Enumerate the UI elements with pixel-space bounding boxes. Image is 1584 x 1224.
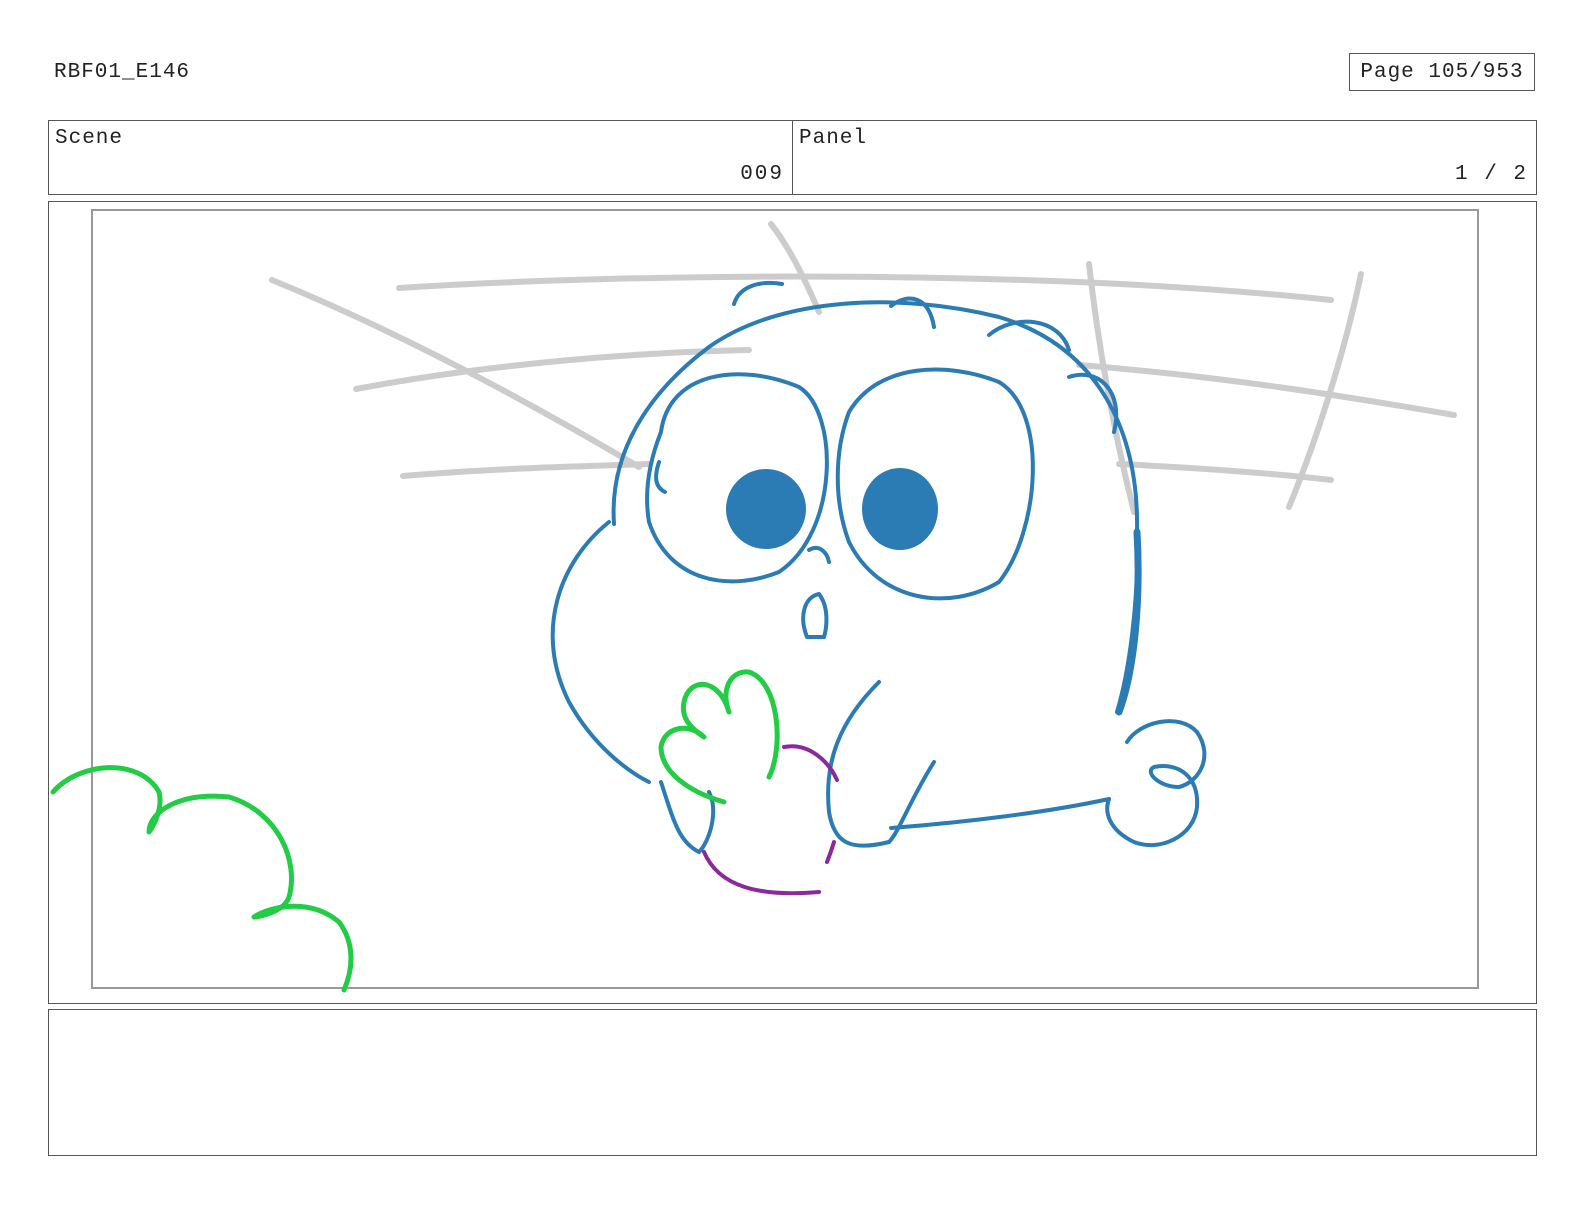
notes-box	[48, 1009, 1537, 1156]
page-indicator: Page 105/953	[1349, 53, 1535, 91]
panel-label: Panel	[799, 127, 868, 150]
panel-artwork	[50, 209, 1479, 993]
document-id: RBF01_E146	[54, 61, 191, 84]
panel-cell: Panel 1 / 2	[792, 121, 1536, 194]
scene-panel-info: Scene 009 Panel 1 / 2	[48, 120, 1537, 195]
foreground-bush	[50, 765, 354, 993]
scene-number: 009	[740, 163, 784, 186]
safe-area-frame	[91, 209, 1479, 989]
hand-drawing	[658, 669, 780, 805]
scene-cell: Scene 009	[49, 121, 792, 194]
panel-number: 1 / 2	[1454, 163, 1528, 186]
scene-label: Scene	[55, 127, 124, 150]
panel-frame	[48, 201, 1537, 1004]
background-sketch	[269, 221, 1457, 515]
